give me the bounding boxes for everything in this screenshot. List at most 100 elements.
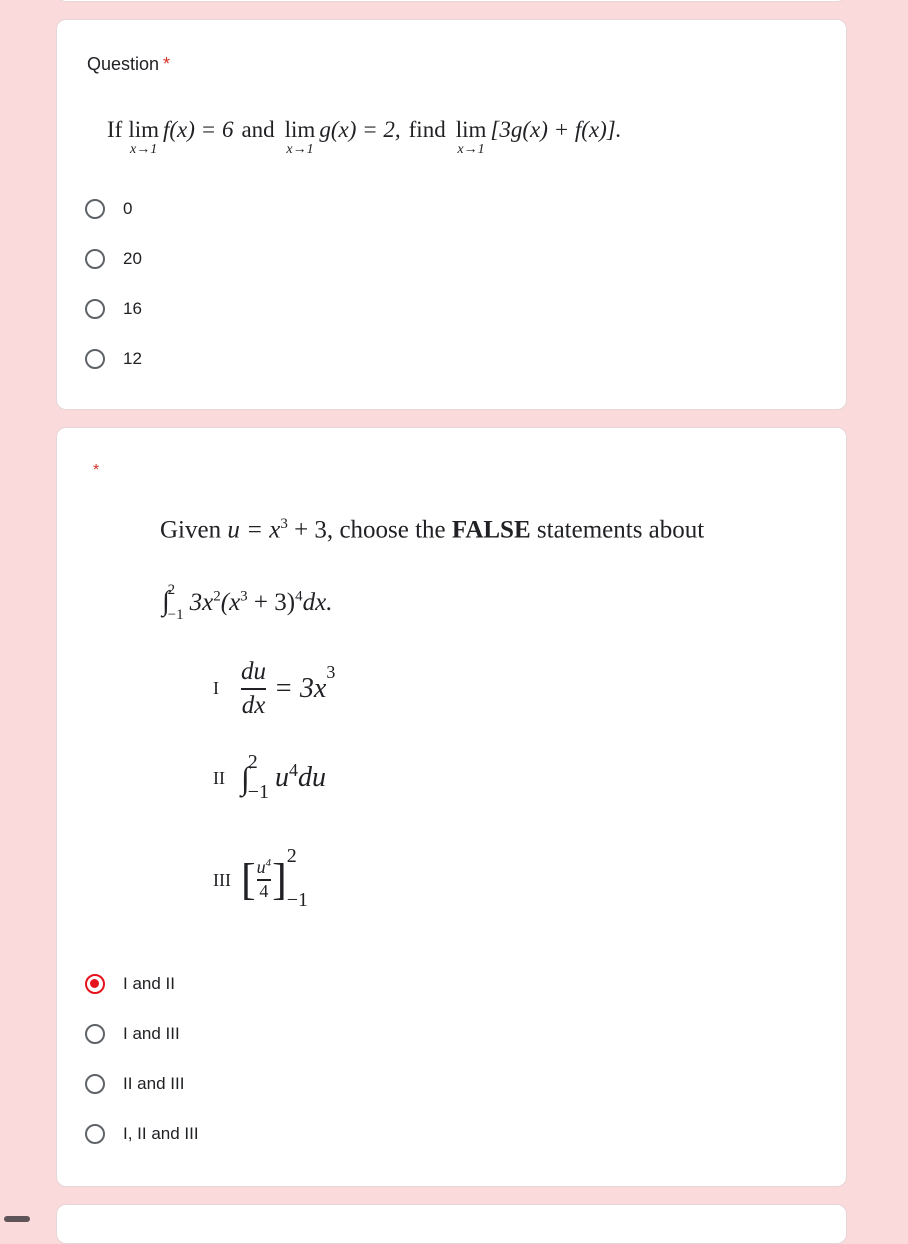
question-2-text: Given u = x3 + 3, choose the FALSE state… — [160, 516, 704, 544]
lim-subscript: x→1 — [457, 142, 485, 157]
integrand-c: + 3) — [247, 589, 296, 616]
radio-button[interactable] — [85, 1124, 105, 1144]
option-label: 16 — [123, 299, 142, 318]
limit-2: lim x→1 — [285, 118, 316, 157]
integral-upper: 2 — [167, 582, 176, 599]
lim-subscript: x→1 — [130, 142, 158, 157]
question-2-integral: ∫ 2 −1 3x2(x3 + 3)4dx. — [162, 583, 333, 623]
scroll-indicator — [4, 1216, 30, 1222]
integral-limits: 2 −1 — [168, 583, 184, 623]
integrand-du: du — [298, 762, 327, 793]
text-statements-about: statements about — [536, 516, 705, 544]
fraction-numerator-exponent: 4 — [265, 857, 272, 870]
statement-3: III [ u4 4 ] 2 −1 — [213, 846, 314, 910]
statement-1: I du dx = 3x 3 — [213, 658, 335, 719]
fraction-numerator: du — [241, 658, 266, 685]
lim-word: lim — [128, 117, 159, 142]
lim-subscript: x→1 — [286, 142, 314, 157]
radio-button[interactable] — [85, 349, 105, 369]
option-label: I and II — [123, 974, 175, 993]
fraction-bar — [241, 687, 266, 690]
integrand-a: 3x — [189, 589, 214, 616]
text-given: Given — [160, 516, 222, 544]
radio-button-selected[interactable] — [85, 974, 105, 994]
question-card-1: Question * If lim x→1 f(x) = 6 and lim x→… — [56, 19, 847, 410]
integral-lower: −1 — [247, 781, 270, 803]
radio-button[interactable] — [85, 1024, 105, 1044]
option-16[interactable]: 16 — [85, 284, 142, 334]
integral-limits: 2 −1 — [248, 752, 269, 802]
expr-g: g(x) = 2, — [319, 117, 401, 142]
question-title: Question * — [87, 54, 170, 75]
text-choose: choose the — [339, 516, 446, 544]
u-definition-rest: + 3, — [287, 516, 334, 544]
integrand-b-exponent: 3 — [240, 588, 248, 605]
integrand-exponent: 4 — [289, 760, 299, 780]
statement-2-math: ∫ 2 −1 u 4 du — [241, 752, 327, 802]
radio-button[interactable] — [85, 1074, 105, 1094]
question-1-options: 0 20 16 12 — [85, 184, 142, 384]
u-definition: u = x — [227, 516, 281, 544]
option-label: I and III — [123, 1024, 180, 1043]
limit-3: lim x→1 — [456, 118, 487, 157]
radio-button[interactable] — [85, 199, 105, 219]
left-bracket: [ — [241, 855, 256, 904]
option-12[interactable]: 12 — [85, 334, 142, 384]
integrand-d: dx. — [302, 589, 333, 616]
statement-3-math: [ u4 4 ] 2 −1 — [241, 846, 314, 910]
option-label: 0 — [123, 199, 133, 218]
evaluation-limits: 2 −1 — [287, 846, 308, 910]
question-card-2: * Given u = x3 + 3, choose the FALSE sta… — [56, 427, 847, 1187]
fraction-denominator: 4 — [259, 880, 269, 901]
integrand-a-exponent: 2 — [213, 588, 221, 605]
option-i-and-ii[interactable]: I and II — [85, 959, 199, 1009]
question-1-text: If lim x→1 f(x) = 6 and lim x→1 g(x) = 2… — [107, 118, 624, 157]
previous-question-card — [56, 0, 847, 2]
text-false-bold: FALSE — [451, 516, 531, 544]
option-ii-and-iii[interactable]: II and III — [85, 1059, 199, 1109]
option-label: II and III — [123, 1074, 185, 1093]
integrand-u: u — [275, 762, 290, 793]
option-i-ii-and-iii[interactable]: I, II and III — [85, 1109, 199, 1159]
statement-2: II ∫ 2 −1 u 4 du — [213, 752, 327, 802]
text-find: find — [408, 117, 446, 142]
option-20[interactable]: 20 — [85, 234, 142, 284]
expr-combined: [3g(x) + f(x)]. — [490, 117, 622, 142]
fraction-denominator: dx — [241, 691, 266, 719]
u-definition-exponent: 3 — [280, 516, 288, 532]
right-bracket: ] — [272, 855, 287, 904]
option-label: 12 — [123, 349, 142, 368]
radio-button[interactable] — [85, 249, 105, 269]
statement-rhs: = 3x — [274, 672, 327, 704]
radio-button[interactable] — [85, 299, 105, 319]
statement-numeral: I — [213, 678, 219, 698]
required-asterisk: * — [163, 54, 171, 74]
lim-word: lim — [455, 117, 487, 142]
fraction-du-dx: du dx — [241, 658, 266, 719]
fraction-numerator: u — [256, 857, 266, 878]
limit-1: lim x→1 — [128, 118, 159, 157]
next-question-card — [56, 1204, 847, 1244]
statement-rhs-exponent: 3 — [326, 662, 336, 682]
statement-numeral: III — [213, 869, 231, 890]
fraction-u4-over-4: u4 4 — [256, 857, 272, 901]
integrand-c-exponent: 4 — [295, 588, 303, 605]
question-2-options: I and II I and III II and III I, II and … — [85, 959, 199, 1159]
lim-word: lim — [284, 117, 316, 142]
text-if: If — [107, 117, 123, 142]
expr-f: f(x) = 6 — [163, 117, 234, 142]
option-label: I, II and III — [123, 1124, 199, 1143]
question-title-text: Question — [87, 54, 160, 74]
eval-upper: 2 — [286, 845, 297, 867]
option-label: 20 — [123, 249, 142, 268]
integral-upper: 2 — [247, 751, 258, 773]
eval-lower: −1 — [286, 889, 308, 911]
option-0[interactable]: 0 — [85, 184, 142, 234]
statement-numeral: II — [213, 767, 225, 788]
option-i-and-iii[interactable]: I and III — [85, 1009, 199, 1059]
statement-1-math: du dx = 3x 3 — [241, 658, 335, 719]
integral-lower: −1 — [167, 607, 184, 624]
text-and: and — [241, 117, 275, 142]
required-asterisk: * — [93, 462, 100, 479]
integrand-b: (x — [220, 589, 241, 616]
